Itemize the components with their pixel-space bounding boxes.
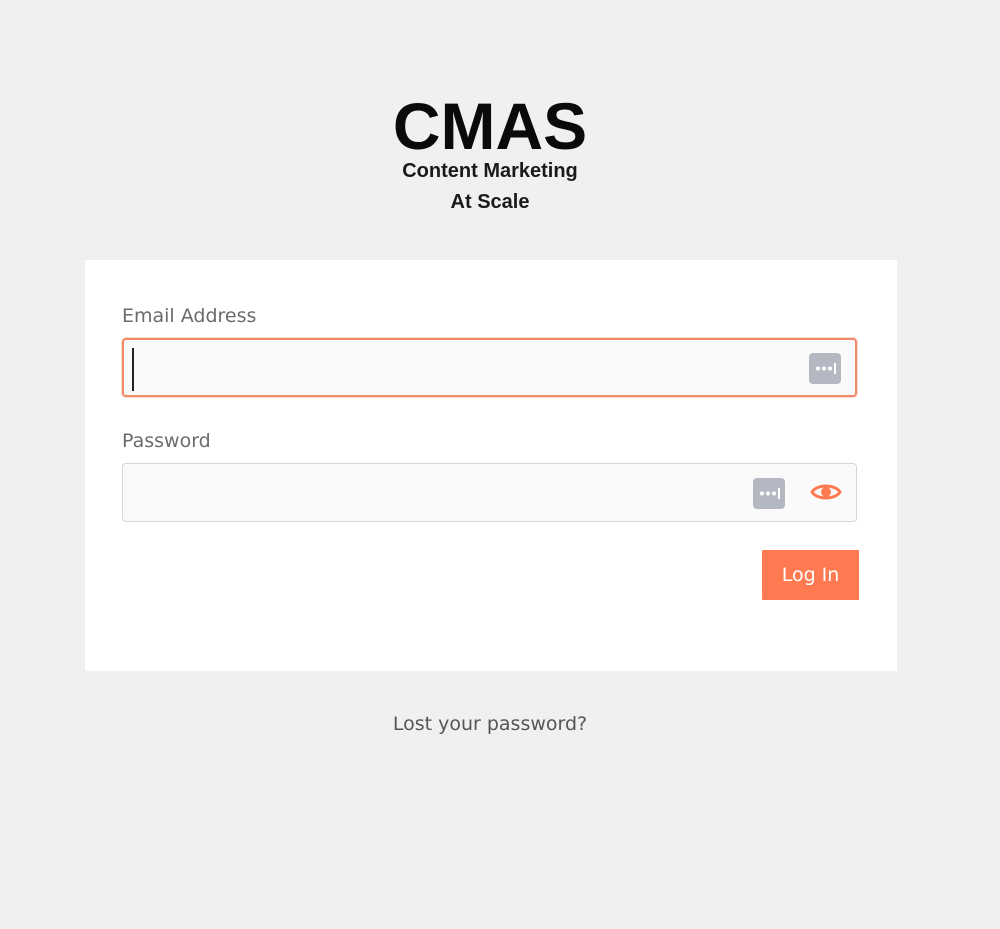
logo-tagline-line2: At Scale <box>450 191 530 213</box>
password-manager-icon[interactable] <box>753 478 785 509</box>
email-label: Email Address <box>122 305 257 327</box>
lost-password-text: Lost your password? <box>392 713 588 735</box>
lost-password-link[interactable]: Lost your password? <box>0 713 980 735</box>
login-card: Email Address Password Log In <box>85 260 897 671</box>
logo: CMAS Content Marketing At Scale <box>340 88 640 218</box>
logo-title: CMAS <box>392 89 588 163</box>
password-manager-icon[interactable] <box>809 353 841 384</box>
password-field[interactable] <box>122 463 857 522</box>
password-label: Password <box>122 430 211 452</box>
eye-icon[interactable] <box>810 480 842 504</box>
logo-tagline: Content Marketing At Scale <box>340 156 640 218</box>
logo-tagline-line1: Content Marketing <box>402 160 578 182</box>
email-field[interactable] <box>122 338 857 397</box>
login-button[interactable]: Log In <box>762 550 859 600</box>
text-caret <box>132 348 134 391</box>
